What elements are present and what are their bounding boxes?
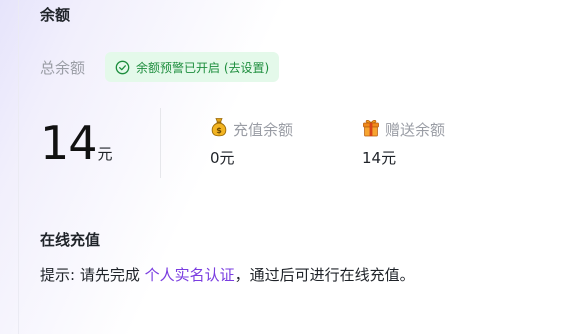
hint-suffix: ，通过后可进行在线充值。 bbox=[234, 266, 415, 284]
gift-balance-value: 14元 bbox=[362, 149, 397, 167]
balance-alert-badge[interactable]: 余额预警已开启 (去设置) bbox=[105, 52, 280, 82]
balance-divider bbox=[160, 108, 161, 178]
gift-icon bbox=[362, 118, 380, 141]
balance-alert-text: 余额预警已开启 (去设置) bbox=[136, 60, 270, 75]
left-divider bbox=[18, 0, 19, 334]
total-balance-amount: 14 bbox=[40, 116, 98, 170]
total-balance-unit: 元 bbox=[97, 145, 113, 163]
check-circle-icon bbox=[115, 60, 130, 75]
recharge-balance: $ 充值余额 0元 bbox=[210, 118, 293, 168]
online-recharge-title: 在线充值 bbox=[40, 231, 101, 249]
total-balance-value: 14 元 bbox=[40, 115, 113, 171]
svg-text:$: $ bbox=[216, 126, 222, 135]
recharge-balance-label: 充值余额 bbox=[233, 120, 294, 139]
hint-prefix: 提示: 请先完成 bbox=[40, 266, 145, 284]
total-balance-label: 总余额 bbox=[40, 59, 86, 77]
recharge-hint: 提示: 请先完成 个人实名认证，通过后可进行在线充值。 bbox=[40, 264, 415, 285]
recharge-balance-value: 0元 bbox=[210, 149, 235, 167]
gift-balance: 赠送余额 14元 bbox=[362, 118, 445, 168]
balance-title: 余额 bbox=[40, 6, 71, 24]
money-bag-icon: $ bbox=[210, 117, 228, 141]
real-name-auth-link[interactable]: 个人实名认证 bbox=[145, 266, 235, 284]
gift-balance-label: 赠送余额 bbox=[385, 120, 446, 139]
